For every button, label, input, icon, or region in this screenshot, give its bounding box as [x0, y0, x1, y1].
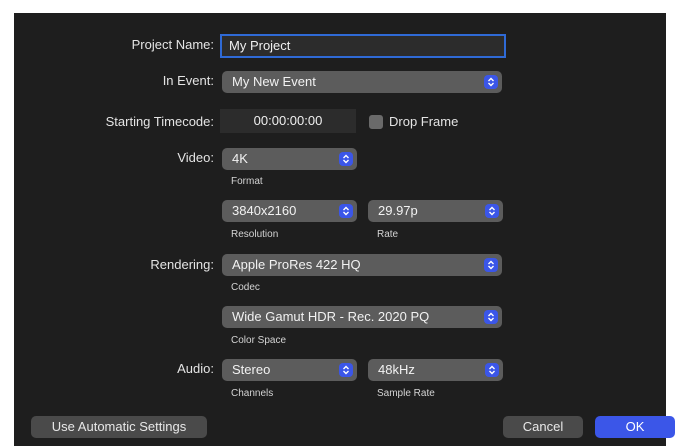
drop-frame-label: Drop Frame	[389, 114, 459, 129]
video-label: Video:	[177, 150, 214, 165]
format-caption: Format	[231, 176, 263, 187]
resolution-popup[interactable]: 3840x2160	[222, 200, 357, 222]
sample-rate-value: 48kHz	[378, 362, 415, 377]
resolution-caption: Resolution	[231, 229, 279, 240]
sample-rate-popup[interactable]: 48kHz	[368, 359, 503, 381]
chevron-updown-icon	[484, 258, 498, 272]
chevron-updown-icon	[339, 363, 353, 377]
chevron-updown-icon	[484, 310, 498, 324]
codec-value: Apple ProRes 422 HQ	[232, 257, 361, 272]
channels-value: Stereo	[232, 362, 271, 377]
project-name-field[interactable]: My Project	[220, 34, 506, 58]
ok-button[interactable]: OK	[595, 416, 675, 438]
rate-caption: Rate	[377, 229, 399, 240]
starting-timecode-value: 00:00:00:00	[253, 113, 323, 128]
project-name-label: Project Name:	[131, 37, 214, 52]
cancel-button[interactable]: Cancel	[503, 416, 583, 438]
project-name-value: My Project	[229, 38, 291, 53]
sample-rate-caption: Sample Rate	[377, 388, 435, 399]
drop-frame-checkbox[interactable]	[369, 115, 383, 129]
color-space-popup[interactable]: Wide Gamut HDR - Rec. 2020 PQ	[222, 306, 502, 328]
codec-popup[interactable]: Apple ProRes 422 HQ	[222, 254, 502, 276]
project-settings-dialog: Project Name: My Project In Event: My Ne…	[14, 13, 675, 446]
chevron-updown-icon	[485, 363, 499, 377]
rendering-label: Rendering:	[150, 257, 214, 272]
rate-popup[interactable]: 29.97p	[368, 200, 503, 222]
format-popup[interactable]: 4K	[222, 148, 357, 170]
channels-caption: Channels	[231, 388, 274, 399]
color-space-caption: Color Space	[231, 335, 287, 346]
chevron-updown-icon	[339, 152, 353, 166]
resolution-value: 3840x2160	[232, 203, 297, 218]
rate-value: 29.97p	[378, 203, 418, 218]
chevron-updown-icon	[339, 204, 353, 218]
use-automatic-settings-button[interactable]: Use Automatic Settings	[31, 416, 207, 438]
in-event-popup[interactable]: My New Event	[222, 71, 502, 93]
in-event-value: My New Event	[232, 74, 316, 89]
in-event-label: In Event:	[162, 73, 214, 88]
color-space-value: Wide Gamut HDR - Rec. 2020 PQ	[232, 309, 430, 324]
starting-timecode-label: Starting Timecode:	[105, 114, 214, 129]
channels-popup[interactable]: Stereo	[222, 359, 357, 381]
audio-label: Audio:	[177, 361, 214, 376]
chevron-updown-icon	[484, 75, 498, 89]
codec-caption: Codec	[231, 282, 260, 293]
chevron-updown-icon	[485, 204, 499, 218]
starting-timecode-field[interactable]: 00:00:00:00	[220, 109, 356, 133]
format-value: 4K	[232, 151, 248, 166]
